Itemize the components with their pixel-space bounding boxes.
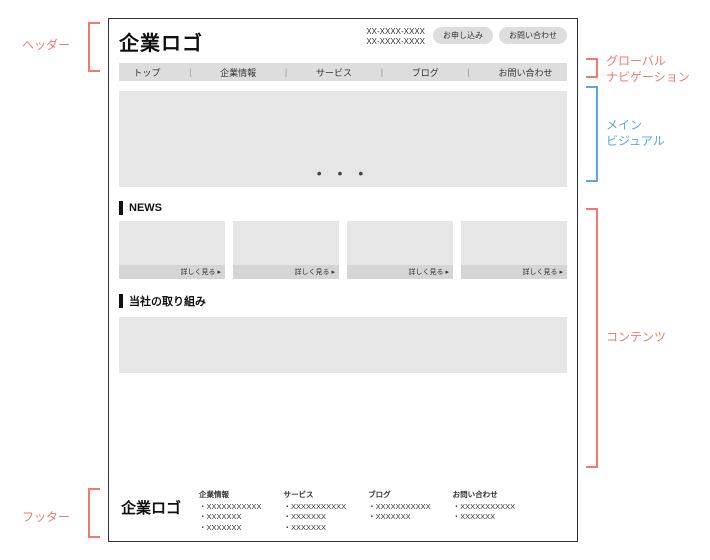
section-heading-news: NEWS [119,201,567,215]
bracket-footer [88,488,100,538]
footer-columns: 企業情報 XXXXXXXXXXX XXXXXXX XXXXXXX サービス XX… [199,489,565,534]
header-phones: XX-XXXX-XXXX XX-XXXX-XXXX [366,27,425,47]
footer-link[interactable]: XXXXXXX [284,512,347,523]
footer-col-blog: ブログ XXXXXXXXXXX XXXXXXX [368,489,431,534]
news-thumb [119,221,225,265]
news-heading-text: NEWS [129,202,162,214]
footer-col-heading[interactable]: 企業情報 [199,489,262,500]
gnav-item-top[interactable]: トップ [133,66,160,79]
header-logo[interactable]: 企業ロゴ [119,27,203,56]
spacer [119,373,567,483]
footer-link[interactable]: XXXXXXX [284,523,347,534]
cta-contact-button[interactable]: お問い合わせ [499,27,567,44]
footer-link[interactable]: XXXXXXX [199,512,262,523]
gnav-item-service[interactable]: サービス [316,66,352,79]
footer-col-heading[interactable]: サービス [284,489,347,500]
header: 企業ロゴ XX-XXXX-XXXX XX-XXXX-XXXX お申し込み お問い… [119,27,567,59]
news-thumb [461,221,567,265]
cta-apply-button[interactable]: お申し込み [433,27,493,44]
initiatives-block [119,317,567,373]
gnav-item-blog[interactable]: ブログ [412,66,439,79]
annotation-header: ヘッダー [22,38,70,54]
header-phone-2: XX-XXXX-XXXX [366,37,425,47]
annotation-mv-line1: メイン [606,118,642,132]
news-more-link[interactable]: 詳しく見る ▸ [347,265,453,279]
footer-link[interactable]: XXXXXXX [199,523,262,534]
annotation-mv-line2: ビジュアル [606,134,665,148]
main-visual: • • • [119,91,567,187]
footer-link[interactable]: XXXXXXX [453,512,516,523]
news-more-link[interactable]: 詳しく見る ▸ [119,265,225,279]
bracket-contents [586,208,598,468]
bracket-gnav [586,58,598,78]
news-thumb [233,221,339,265]
gnav-sep: | [189,67,191,77]
footer-col-heading[interactable]: お問い合わせ [453,489,516,500]
bracket-mv [586,86,598,182]
footer-col-service: サービス XXXXXXXXXXX XXXXXXX XXXXXXX [284,489,347,534]
footer: 企業ロゴ 企業情報 XXXXXXXXXXX XXXXXXX XXXXXXX サー… [119,483,567,536]
annotation-gnav-line2: ナビゲーション [606,70,690,84]
annotation-gnav-line1: グローバル [606,54,666,68]
section-heading-initiatives: 当社の取り組み [119,293,567,309]
gnav-item-company[interactable]: 企業情報 [220,66,256,79]
news-card[interactable]: 詳しく見る ▸ [119,221,225,279]
footer-link[interactable]: XXXXXXX [368,512,431,523]
footer-link[interactable]: XXXXXXXXXXX [453,502,516,513]
news-cards: 詳しく見る ▸ 詳しく見る ▸ 詳しく見る ▸ 詳しく見る ▸ [119,221,567,279]
header-right: XX-XXXX-XXXX XX-XXXX-XXXX お申し込み お問い合わせ [366,27,567,47]
header-phone-1: XX-XXXX-XXXX [366,27,425,37]
bracket-header [88,22,100,72]
news-card[interactable]: 詳しく見る ▸ [233,221,339,279]
footer-link[interactable]: XXXXXXXXXXX [284,502,347,513]
footer-col-company: 企業情報 XXXXXXXXXXX XXXXXXX XXXXXXX [199,489,262,534]
global-nav: トップ | 企業情報 | サービス | ブログ | お問い合わせ [119,63,567,81]
gnav-sep: | [381,67,383,77]
annotation-mv: メイン ビジュアル [606,118,665,149]
initiatives-heading-text: 当社の取り組み [129,293,206,309]
gnav-item-contact[interactable]: お問い合わせ [499,66,553,79]
footer-col-contact: お問い合わせ XXXXXXXXXXX XXXXXXX [453,489,516,534]
news-card[interactable]: 詳しく見る ▸ [461,221,567,279]
footer-logo[interactable]: 企業ロゴ [121,497,181,518]
carousel-dots[interactable]: • • • [119,165,567,181]
gnav-sep: | [467,67,469,77]
news-card[interactable]: 詳しく見る ▸ [347,221,453,279]
annotation-gnav: グローバル ナビゲーション [606,54,690,85]
footer-link[interactable]: XXXXXXXXXXX [199,502,262,513]
annotation-contents: コンテンツ [606,330,666,346]
news-more-link[interactable]: 詳しく見る ▸ [233,265,339,279]
gnav-sep: | [285,67,287,77]
footer-link[interactable]: XXXXXXXXXXX [368,502,431,513]
news-more-link[interactable]: 詳しく見る ▸ [461,265,567,279]
footer-col-heading[interactable]: ブログ [368,489,431,500]
annotation-footer: フッター [22,510,70,526]
news-thumb [347,221,453,265]
wireframe-page: 企業ロゴ XX-XXXX-XXXX XX-XXXX-XXXX お申し込み お問い… [108,18,578,542]
